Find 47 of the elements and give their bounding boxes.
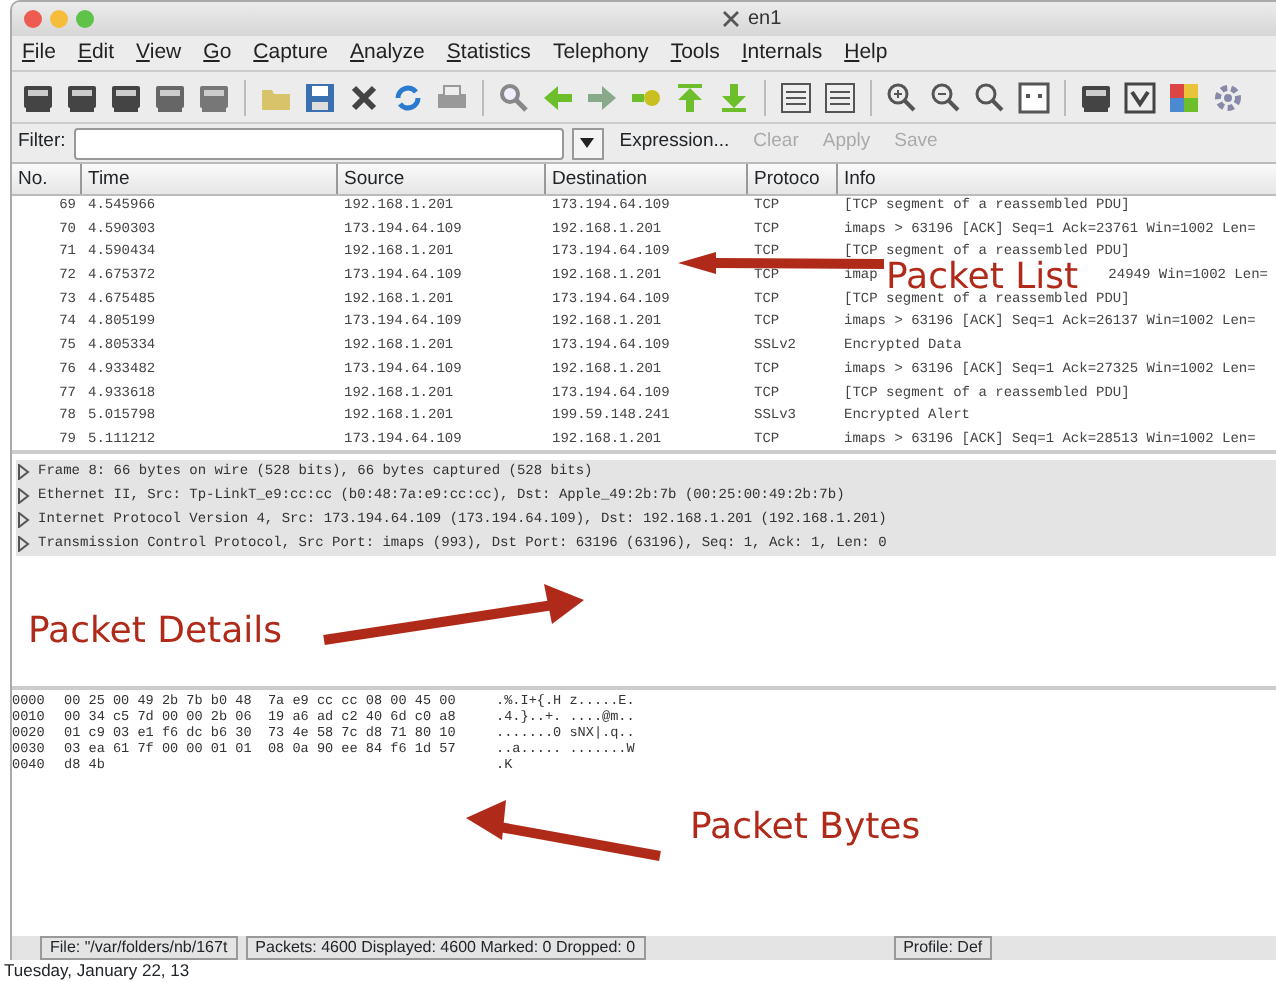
window-title: en1 bbox=[748, 6, 782, 34]
expand-icon[interactable] bbox=[16, 536, 30, 552]
column-header[interactable]: Destination bbox=[546, 164, 748, 194]
column-header[interactable]: No. bbox=[12, 164, 82, 194]
filter-field[interactable] bbox=[73, 127, 564, 159]
app-icon bbox=[722, 10, 740, 28]
display-filter-icon[interactable] bbox=[1122, 79, 1158, 115]
status-text: Profile: Def bbox=[893, 936, 993, 960]
save-icon[interactable] bbox=[302, 79, 338, 115]
menu-item[interactable]: File bbox=[22, 37, 56, 69]
dropdown-button[interactable] bbox=[571, 127, 604, 159]
menu-item[interactable]: Capture bbox=[253, 37, 329, 69]
menu-item[interactable]: Edit bbox=[77, 37, 115, 69]
annotation-label: Packet Bytes bbox=[690, 812, 921, 843]
menu-item[interactable]: Go bbox=[203, 37, 232, 69]
expression-button[interactable]: Expression... bbox=[619, 128, 730, 158]
menu-item[interactable]: Telephony bbox=[552, 37, 649, 69]
annotation-label: Packet Details bbox=[28, 616, 283, 647]
menu-item[interactable]: Analyze bbox=[350, 37, 425, 69]
column-header[interactable]: Protoco bbox=[748, 164, 838, 194]
list-icon[interactable] bbox=[778, 79, 814, 115]
annotation-label: Packet List bbox=[886, 262, 1079, 293]
status-text: Packets: 4600 Displayed: 4600 Marked: 0 Dropped: 0 bbox=[245, 936, 646, 960]
search-icon[interactable] bbox=[496, 79, 532, 115]
preferences-icon[interactable] bbox=[1210, 79, 1246, 115]
menu-item[interactable]: Help bbox=[844, 37, 888, 69]
menu-item[interactable]: Internals bbox=[741, 37, 823, 69]
zoom-in-icon[interactable] bbox=[884, 79, 920, 115]
column-header[interactable]: Time bbox=[82, 164, 338, 194]
menu-item[interactable]: View bbox=[136, 37, 182, 69]
zoom-out-icon[interactable] bbox=[928, 79, 964, 115]
column-header[interactable]: Info bbox=[838, 164, 1276, 194]
expand-icon[interactable] bbox=[16, 488, 30, 504]
expand-icon[interactable] bbox=[16, 512, 30, 528]
zoom-reset-icon[interactable] bbox=[972, 79, 1008, 115]
coloring-rules-icon[interactable] bbox=[1166, 79, 1202, 115]
filter-label: Filter: bbox=[18, 128, 66, 157]
menu-item[interactable]: Tools bbox=[670, 37, 720, 69]
caret-icon bbox=[580, 138, 595, 148]
slide-date: Tuesday, January 22, 13 bbox=[0, 960, 1276, 982]
column-header[interactable]: Source bbox=[338, 164, 546, 194]
resize-columns-icon[interactable] bbox=[1016, 79, 1052, 115]
close-button[interactable] bbox=[24, 10, 42, 28]
expand-icon[interactable] bbox=[16, 464, 30, 480]
menu-item[interactable]: Statistics bbox=[446, 37, 531, 69]
autoscroll-icon[interactable] bbox=[822, 79, 858, 115]
status-text: File: "/var/folders/nb/167t bbox=[40, 936, 238, 960]
